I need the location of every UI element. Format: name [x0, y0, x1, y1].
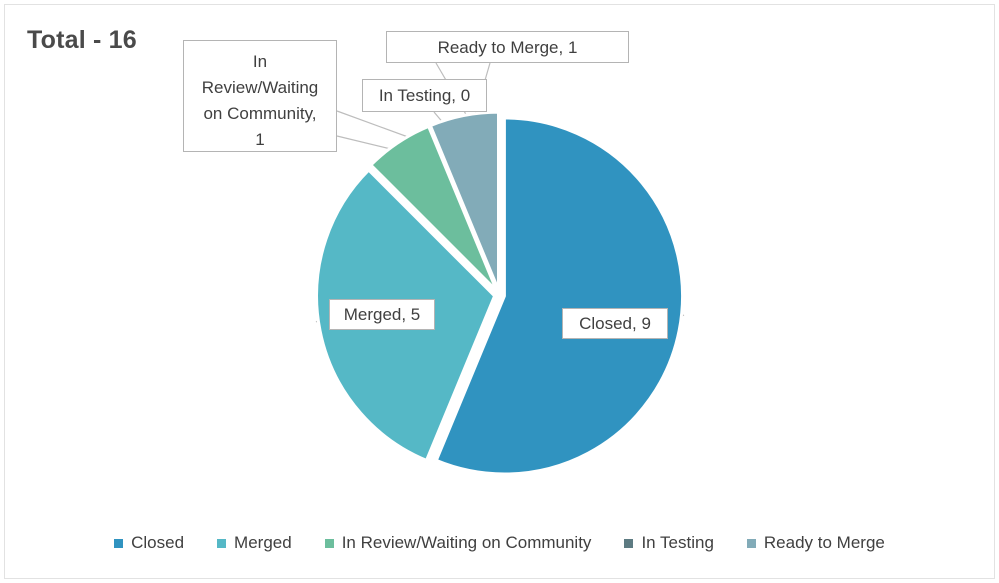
legend-label: In Review/Waiting on Community — [341, 533, 592, 552]
legend-swatch-icon — [114, 538, 124, 548]
data-label-ready-to-merge: Ready to Merge, 1 — [386, 31, 629, 63]
legend-item-ready-to-merge[interactable]: Ready to Merge — [746, 533, 885, 553]
data-label-in-review: In Review/Waiting on Community, 1 — [183, 40, 337, 152]
legend-item-closed[interactable]: Closed — [114, 533, 184, 553]
legend-label: In Testing — [641, 533, 714, 552]
data-label-in-testing: In Testing, 0 — [362, 79, 487, 112]
legend-item-in-testing[interactable]: In Testing — [624, 533, 714, 553]
legend-label: Merged — [234, 533, 292, 552]
data-label-closed: Closed, 9 — [562, 308, 668, 339]
legend-swatch-icon — [746, 538, 756, 548]
legend-swatch-icon — [217, 538, 227, 548]
legend-swatch-icon — [624, 538, 634, 548]
data-label-merged: Merged, 5 — [329, 299, 435, 330]
chart-legend: Closed Merged In Review/Waiting on Commu… — [0, 533, 999, 553]
legend-item-in-review[interactable]: In Review/Waiting on Community — [324, 533, 592, 553]
legend-swatch-icon — [324, 538, 334, 548]
chart-card: Total - 16 Closed, 9 Merged, 5 In Review… — [0, 0, 999, 583]
legend-label: Ready to Merge — [763, 533, 885, 552]
pie-slices — [315, 110, 685, 476]
pie-chart-svg — [315, 62, 685, 476]
pie-chart-plot-area: Closed, 9 Merged, 5 In Review/Waiting on… — [0, 0, 999, 583]
legend-label: Closed — [131, 533, 185, 552]
legend-item-merged[interactable]: Merged — [217, 533, 292, 553]
